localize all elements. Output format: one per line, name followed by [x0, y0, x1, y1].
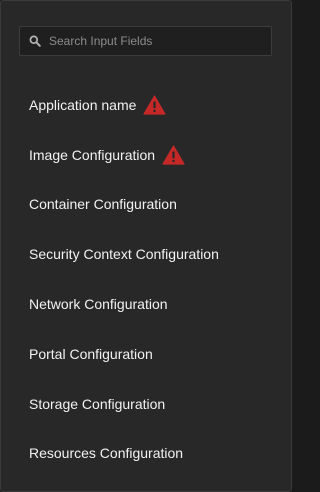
nav-item-label: Application name	[29, 96, 137, 113]
nav-item-resources-configuration[interactable]: Resources Configuration	[1, 429, 291, 479]
nav-item-storage-configuration[interactable]: Storage Configuration	[1, 379, 291, 429]
search-box[interactable]	[19, 26, 272, 56]
nav-item-network-configuration[interactable]: Network Configuration	[1, 279, 291, 329]
nav-item-label: Network Configuration	[29, 296, 168, 313]
nav-item-image-configuration[interactable]: Image Configuration	[1, 130, 291, 180]
warning-icon	[143, 95, 167, 115]
field-section-list: Application name Image Configuration Con…	[1, 80, 291, 478]
nav-item-label: Resources Configuration	[29, 445, 184, 462]
search-icon	[29, 35, 41, 47]
nav-item-security-context-configuration[interactable]: Security Context Configuration	[1, 229, 291, 279]
nav-item-application-name[interactable]: Application name	[1, 80, 291, 130]
nav-item-label: Storage Configuration	[29, 395, 166, 412]
field-navigation-panel: Application name Image Configuration C	[0, 0, 292, 492]
nav-item-label: Portal Configuration	[29, 345, 153, 362]
search-input[interactable]	[49, 27, 271, 55]
warning-icon	[162, 145, 185, 165]
nav-item-label: Container Configuration	[29, 196, 177, 213]
nav-item-container-configuration[interactable]: Container Configuration	[1, 180, 291, 230]
nav-item-portal-configuration[interactable]: Portal Configuration	[1, 329, 291, 379]
nav-item-label: Security Context Configuration	[29, 246, 219, 263]
nav-item-label: Image Configuration	[29, 146, 156, 163]
